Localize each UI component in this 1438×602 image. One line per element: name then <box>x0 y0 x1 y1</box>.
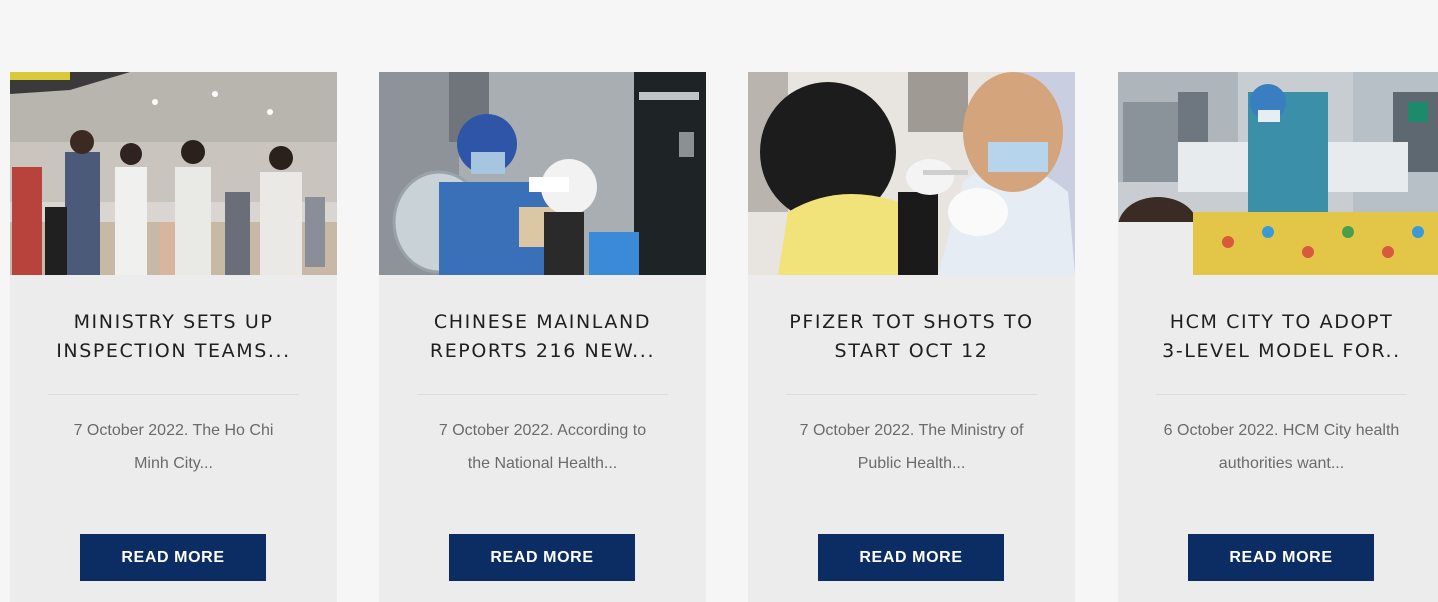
card-divider <box>1156 394 1407 395</box>
read-more-button[interactable]: READ MORE <box>1188 534 1374 581</box>
excerpt-line: 6 October 2022. HCM City health <box>1163 422 1400 439</box>
card-title-line[interactable]: PFIZER TOT SHOTS TO <box>760 308 1063 337</box>
read-more-button[interactable]: READ MORE <box>449 534 635 581</box>
card-excerpt: 7 October 2022. The Ho Chi Minh City... <box>32 414 315 480</box>
card-divider <box>417 394 668 395</box>
card-title-line[interactable]: INSPECTION TEAMS... <box>22 337 325 366</box>
card-divider <box>786 394 1037 395</box>
child-vaccination-photo[interactable] <box>748 72 1075 275</box>
card-title-line[interactable]: MINISTRY SETS UP <box>22 308 325 337</box>
excerpt-line: 7 October 2022. According to <box>438 422 647 439</box>
news-card-chinese-mainland: CHINESE MAINLAND REPORTS 216 NEW... 7 Oc… <box>379 72 706 602</box>
card-title-line[interactable]: START OCT 12 <box>760 337 1063 366</box>
excerpt-line: 7 October 2022. The Ho Chi <box>73 422 274 439</box>
hospital-ward-photo[interactable] <box>1118 72 1438 275</box>
card-divider <box>48 394 299 395</box>
card-title-line[interactable]: HCM CITY TO ADOPT <box>1130 308 1433 337</box>
excerpt-line: 7 October 2022. The Ministry of <box>799 422 1024 439</box>
excerpt-line: Minh City... <box>134 455 213 472</box>
card-title-line[interactable]: REPORTS 216 NEW... <box>391 337 694 366</box>
card-title-line[interactable]: 3-LEVEL MODEL FOR.. <box>1130 337 1433 366</box>
card-excerpt: 6 October 2022. HCM City health authorit… <box>1140 414 1423 480</box>
covid-testing-photo[interactable] <box>379 72 706 275</box>
card-title[interactable]: HCM CITY TO ADOPT 3-LEVEL MODEL FOR.. <box>1130 308 1433 366</box>
news-card-pfizer: PFIZER TOT SHOTS TO START OCT 12 7 Octob… <box>748 72 1075 602</box>
card-title-line[interactable]: CHINESE MAINLAND <box>391 308 694 337</box>
news-card-ministry: MINISTRY SETS UP INSPECTION TEAMS... 7 O… <box>10 72 337 602</box>
read-more-button[interactable]: READ MORE <box>80 534 266 581</box>
card-excerpt: 7 October 2022. According to the Nationa… <box>401 414 684 480</box>
card-title[interactable]: MINISTRY SETS UP INSPECTION TEAMS... <box>22 308 325 366</box>
excerpt-line: authorities want... <box>1218 455 1345 472</box>
card-excerpt: 7 October 2022. The Ministry of Public H… <box>770 414 1053 480</box>
news-card-hcm-city: HCM CITY TO ADOPT 3-LEVEL MODEL FOR.. 6 … <box>1118 72 1438 602</box>
excerpt-line: the National Health... <box>467 455 618 472</box>
read-more-button[interactable]: READ MORE <box>818 534 1004 581</box>
airport-officials-photo[interactable] <box>10 72 337 275</box>
card-title[interactable]: PFIZER TOT SHOTS TO START OCT 12 <box>760 308 1063 366</box>
card-title[interactable]: CHINESE MAINLAND REPORTS 216 NEW... <box>391 308 694 366</box>
excerpt-line: Public Health... <box>857 455 966 472</box>
